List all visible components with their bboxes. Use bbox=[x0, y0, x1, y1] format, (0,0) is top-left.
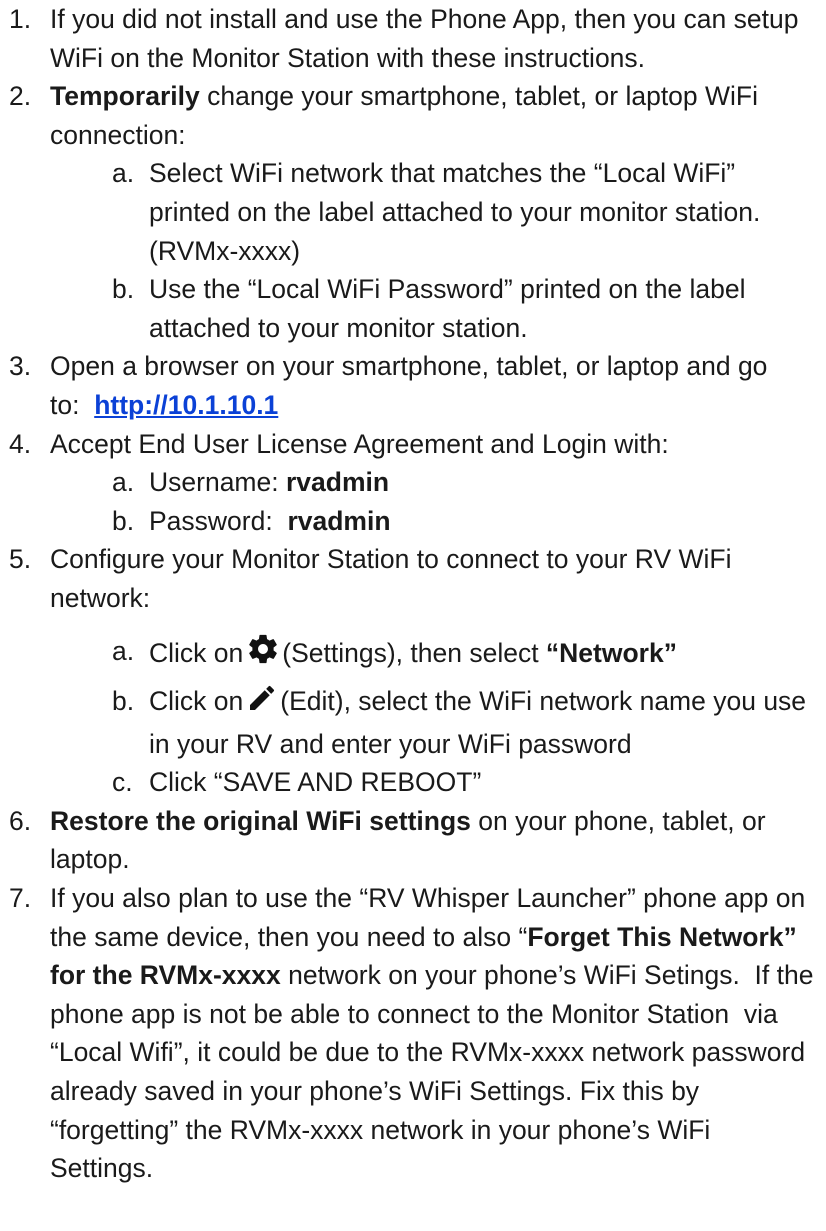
substep-letter: b. bbox=[112, 274, 135, 305]
substep-letter: a. bbox=[112, 635, 135, 666]
step-2a: a. Select WiFi network that matches the … bbox=[9, 154, 818, 270]
step-6: 6. Restore the original WiFi settings on… bbox=[9, 802, 818, 879]
substep-text: Click on bbox=[149, 637, 244, 668]
password-label: Password: bbox=[149, 505, 288, 536]
step-5: 5. Configure your Monitor Station to con… bbox=[9, 540, 818, 617]
network-option-label: “Network” bbox=[545, 637, 677, 668]
step-5c: c. Click “SAVE AND REBOOT” bbox=[9, 763, 818, 802]
step-number: 7. bbox=[9, 883, 32, 914]
substep-text: Select WiFi network that matches the “Lo… bbox=[149, 158, 761, 266]
step-7: 7. If you also plan to use the “RV Whisp… bbox=[9, 879, 818, 1188]
step-number: 2. bbox=[9, 81, 32, 112]
instructions-page: 1. If you did not install and use the Ph… bbox=[0, 0, 826, 1231]
step-text: Configure your Monitor Station to connec… bbox=[50, 544, 732, 613]
step-2: 2. Temporarily change your smartphone, t… bbox=[9, 77, 818, 154]
substep-text: Click on bbox=[149, 686, 244, 717]
step-5a: a. Click on (Settings), then select “Netw… bbox=[9, 632, 818, 677]
password-value: rvadmin bbox=[287, 505, 391, 536]
step-3: 3. Open a browser on your smartphone, ta… bbox=[9, 347, 818, 424]
step-4a: a. Username: rvadmin bbox=[9, 463, 818, 502]
substep-letter: a. bbox=[112, 467, 135, 498]
step-number: 1. bbox=[9, 4, 32, 34]
substep-letter: a. bbox=[112, 158, 135, 189]
step-1: 1. If you did not install and use the Ph… bbox=[9, 0, 818, 77]
substep-letter: b. bbox=[112, 505, 135, 536]
substep-text: Use the “Local WiFi Password” printed on… bbox=[149, 274, 746, 343]
gear-icon bbox=[246, 632, 280, 677]
step-text: network on your phone’s WiFi Setings. If… bbox=[50, 960, 821, 1184]
monitor-url-link[interactable]: http://10.1.10.1 bbox=[94, 390, 278, 420]
step-4: 4. Accept End User License Agreement and… bbox=[9, 425, 818, 464]
step-number: 5. bbox=[9, 544, 32, 575]
username-label: Username: bbox=[149, 467, 286, 498]
step-bold-text: Temporarily bbox=[50, 81, 200, 112]
pencil-icon bbox=[246, 682, 278, 725]
step-number: 4. bbox=[9, 428, 32, 459]
username-value: rvadmin bbox=[285, 467, 390, 498]
substep-letter: c. bbox=[112, 767, 133, 798]
substep-text: Click “SAVE AND REBOOT” bbox=[149, 767, 482, 798]
step-text: Accept End User License Agreement and Lo… bbox=[50, 428, 669, 459]
substep-text: (Settings), then select bbox=[282, 637, 546, 668]
step-number: 6. bbox=[9, 805, 32, 836]
step-2b: b. Use the “Local WiFi Password” printed… bbox=[9, 270, 818, 347]
substep-letter: b. bbox=[112, 686, 135, 717]
step-5b: b. Click on (Edit), select the WiFi netwo… bbox=[9, 682, 818, 763]
step-number: 3. bbox=[9, 351, 32, 382]
step-text: If you did not install and use the Phone… bbox=[50, 4, 799, 73]
step-4b: b. Password: rvadmin bbox=[9, 502, 818, 541]
step-bold-text: Restore the original WiFi settings bbox=[50, 805, 471, 836]
